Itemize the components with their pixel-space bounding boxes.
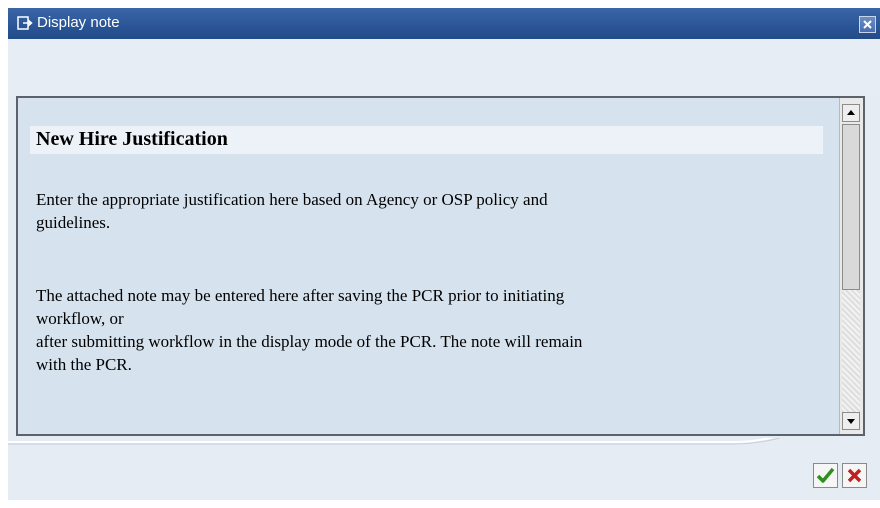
note-text-panel[interactable]: New Hire Justification Enter the appropr…: [16, 96, 865, 436]
close-icon: [863, 20, 872, 29]
scroll-down-button[interactable]: [842, 412, 860, 430]
scroll-down-arrow-icon: [847, 419, 855, 424]
checkmark-icon: [816, 467, 835, 483]
title-bar[interactable]: Display note: [8, 8, 880, 39]
note-text-area[interactable]: New Hire Justification Enter the appropr…: [18, 98, 839, 434]
vertical-scrollbar[interactable]: [839, 98, 863, 434]
note-paragraph-1: Enter the appropriate justification here…: [36, 188, 826, 234]
window-title: Display note: [37, 14, 120, 31]
scroll-up-arrow-icon: [847, 110, 855, 115]
note-paragraph-2: The attached note may be entered here af…: [36, 284, 826, 376]
toolbar-area: [8, 39, 880, 97]
scrollbar-thumb[interactable]: [842, 124, 860, 290]
close-button[interactable]: [859, 16, 876, 33]
display-note-dialog: Display note New Hire Justification Ente…: [8, 8, 880, 500]
ok-button[interactable]: [813, 463, 838, 488]
display-note-icon: [17, 16, 33, 30]
note-text-line: with the PCR.: [36, 355, 132, 374]
note-text-line: after submitting workflow in the display…: [36, 332, 583, 351]
scrollbar-track[interactable]: [842, 290, 860, 412]
note-text-line: guidelines.: [36, 213, 111, 232]
note-text-line: workflow, or: [36, 309, 124, 328]
note-text-line: Enter the appropriate justification here…: [36, 190, 548, 209]
footer-divider: [8, 438, 781, 445]
scroll-up-button[interactable]: [842, 104, 860, 122]
note-text-line: The attached note may be entered here af…: [36, 286, 565, 305]
cancel-button[interactable]: [842, 463, 867, 488]
cancel-x-icon: [847, 468, 862, 483]
note-heading: New Hire Justification: [36, 128, 228, 150]
